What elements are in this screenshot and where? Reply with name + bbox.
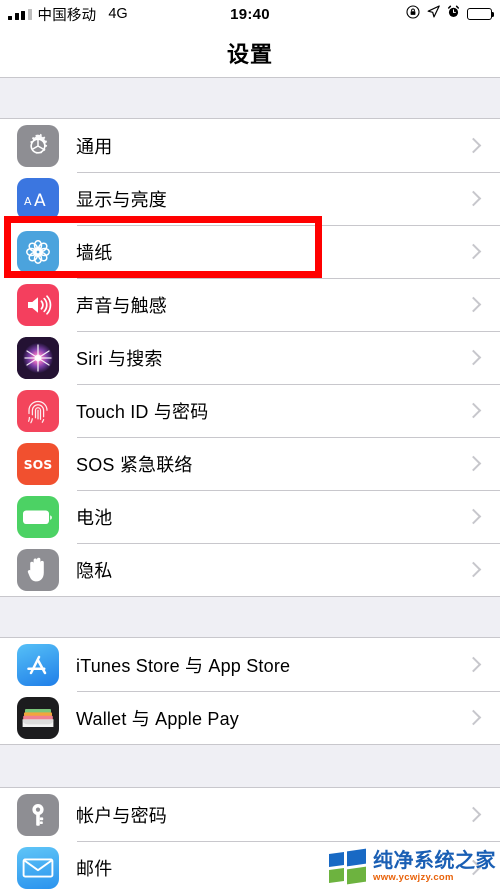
watermark-brand: 纯净系统之家 xyxy=(373,848,496,873)
svg-text:A: A xyxy=(34,191,46,211)
app-store-icon xyxy=(17,643,59,686)
status-bar: 中国移动 4G 19:40 xyxy=(0,0,500,28)
settings-row-itunes-app-store[interactable]: iTunes Store 与 App Store xyxy=(0,638,500,691)
rotation-lock-icon xyxy=(406,4,420,24)
settings-row-battery[interactable]: 电池 xyxy=(0,490,500,543)
settings-row-label: Siri 与搜索 xyxy=(76,348,163,369)
chevron-right-icon xyxy=(465,243,482,260)
settings-row-label: 隐私 xyxy=(76,560,113,581)
settings-row-label: 显示与亮度 xyxy=(76,189,167,210)
settings-row-accounts-passwords[interactable]: 帐户与密码 xyxy=(0,788,500,841)
gear-icon xyxy=(17,124,59,167)
key-icon xyxy=(17,793,59,836)
settings-group-system: 通用 A A 显示与亮度 墙纸 声音与触感 Siri 与搜索 Touch ID … xyxy=(0,118,500,597)
site-watermark: 纯净系统之家 www.ycwjzy.com xyxy=(329,848,496,885)
settings-row-label: 墙纸 xyxy=(76,242,113,263)
watermark-logo-icon xyxy=(329,848,367,885)
chevron-right-icon xyxy=(465,296,482,313)
location-arrow-icon xyxy=(427,5,440,23)
settings-row-label: Touch ID 与密码 xyxy=(76,401,209,422)
section-gap-stores xyxy=(0,597,500,637)
settings-row-privacy[interactable]: 隐私 xyxy=(0,543,500,596)
settings-row-sounds-haptics[interactable]: 声音与触感 xyxy=(0,278,500,331)
page-title: 设置 xyxy=(226,41,273,67)
fingerprint-icon xyxy=(17,389,59,432)
chevron-right-icon xyxy=(465,455,482,472)
chevron-right-icon xyxy=(465,561,482,578)
settings-row-label: iTunes Store 与 App Store xyxy=(76,655,291,676)
settings-row-label: 电池 xyxy=(76,507,113,528)
chevron-right-icon xyxy=(465,508,482,525)
wallet-icon xyxy=(17,696,59,739)
battery-icon xyxy=(467,8,495,20)
settings-row-touchid-passcode[interactable]: Touch ID 与密码 xyxy=(0,384,500,437)
status-bar-right xyxy=(406,4,495,24)
chevron-right-icon xyxy=(465,190,482,207)
mail-icon xyxy=(17,846,59,889)
settings-row-display-brightness[interactable]: A A 显示与亮度 xyxy=(0,172,500,225)
sound-icon xyxy=(17,283,59,326)
siri-icon xyxy=(17,336,59,379)
sos-icon: SOS xyxy=(17,442,59,485)
svg-text:SOS: SOS xyxy=(24,457,53,472)
display-aa-icon: A A xyxy=(17,177,59,220)
chevron-right-icon xyxy=(465,806,482,823)
chevron-right-icon xyxy=(465,709,482,726)
settings-row-wallpaper[interactable]: 墙纸 xyxy=(0,225,500,278)
privacy-hand-icon xyxy=(17,548,59,591)
section-gap-top xyxy=(0,78,500,118)
svg-text:A: A xyxy=(24,195,32,208)
alarm-clock-icon xyxy=(447,5,460,23)
settings-row-label: 通用 xyxy=(76,136,113,157)
settings-row-wallet-apple-pay[interactable]: Wallet 与 Apple Pay xyxy=(0,691,500,744)
settings-row-label: SOS 紧急联络 xyxy=(76,454,193,475)
chevron-right-icon xyxy=(465,402,482,419)
settings-row-sos[interactable]: SOS SOS 紧急联络 xyxy=(0,437,500,490)
settings-row-label: 声音与触感 xyxy=(76,295,167,316)
chevron-right-icon xyxy=(465,656,482,673)
chevron-right-icon xyxy=(465,349,482,366)
settings-row-siri-search[interactable]: Siri 与搜索 xyxy=(0,331,500,384)
settings-scroll-view[interactable]: 通用 A A 显示与亮度 墙纸 声音与触感 Siri 与搜索 Touch ID … xyxy=(0,78,500,889)
watermark-url: www.ycwjzy.com xyxy=(373,872,454,884)
settings-group-stores: iTunes Store 与 App Store Wallet 与 Apple … xyxy=(0,637,500,745)
battery-icon xyxy=(17,495,59,538)
section-gap-accounts xyxy=(0,745,500,787)
settings-row-label: 帐户与密码 xyxy=(76,805,167,826)
chevron-right-icon xyxy=(465,137,482,154)
navigation-bar: 设置 xyxy=(0,28,500,78)
watermark-text: 纯净系统之家 www.ycwjzy.com xyxy=(373,850,496,883)
settings-row-label: Wallet 与 Apple Pay xyxy=(76,708,239,729)
wallpaper-icon xyxy=(17,230,59,273)
settings-row-general[interactable]: 通用 xyxy=(0,119,500,172)
